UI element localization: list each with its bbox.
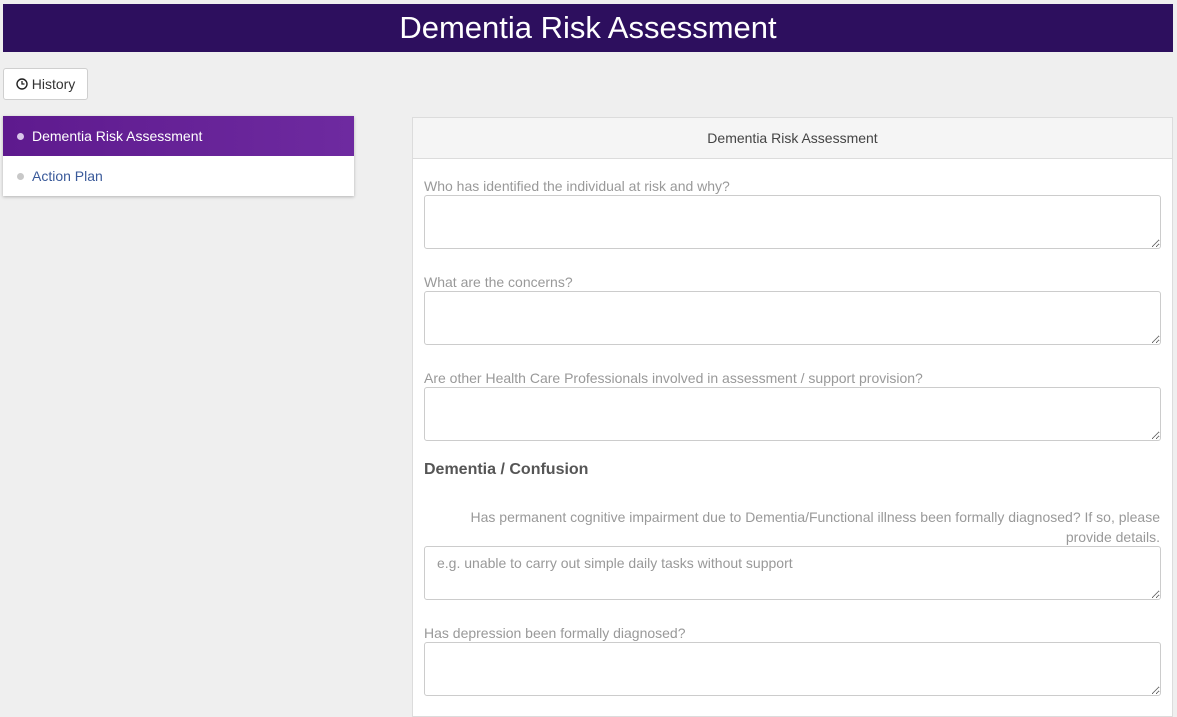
bullet-icon xyxy=(17,172,24,180)
depression-textarea[interactable] xyxy=(424,642,1161,696)
sidebar-nav: Dementia Risk Assessment Action Plan xyxy=(3,116,354,196)
sidebar-item-action-plan[interactable]: Action Plan xyxy=(3,156,354,196)
panel-header: Dementia Risk Assessment xyxy=(413,118,1172,159)
field-label-identified-by: Who has identified the individual at ris… xyxy=(424,178,730,194)
section-heading-dementia-confusion: Dementia / Confusion xyxy=(424,461,589,478)
identified-by-textarea[interactable] xyxy=(424,195,1161,249)
sidebar-item-dementia-risk-assessment[interactable]: Dementia Risk Assessment xyxy=(3,116,354,156)
field-label-concerns: What are the concerns? xyxy=(424,274,573,290)
history-button-label: History xyxy=(31,76,76,92)
bullet-icon xyxy=(17,132,24,140)
field-label-depression: Has depression been formally diagnosed? xyxy=(424,625,686,641)
page-title-bar: Dementia Risk Assessment xyxy=(3,4,1173,52)
sidebar-item-label: Dementia Risk Assessment xyxy=(32,128,203,144)
panel-title: Dementia Risk Assessment xyxy=(707,130,878,146)
history-button[interactable]: History xyxy=(3,68,88,100)
field-label-other-professionals: Are other Health Care Professionals invo… xyxy=(424,370,923,386)
sidebar-item-label: Action Plan xyxy=(32,168,103,184)
other-professionals-textarea[interactable] xyxy=(424,387,1161,441)
clock-icon xyxy=(16,78,28,90)
cognitive-impairment-textarea[interactable] xyxy=(424,546,1161,600)
field-label-cognitive-impairment: Has permanent cognitive impairment due t… xyxy=(470,509,1161,545)
concerns-textarea[interactable] xyxy=(424,291,1161,345)
page-title: Dementia Risk Assessment xyxy=(399,10,777,45)
assessment-panel: Dementia Risk Assessment Who has identif… xyxy=(412,117,1173,717)
